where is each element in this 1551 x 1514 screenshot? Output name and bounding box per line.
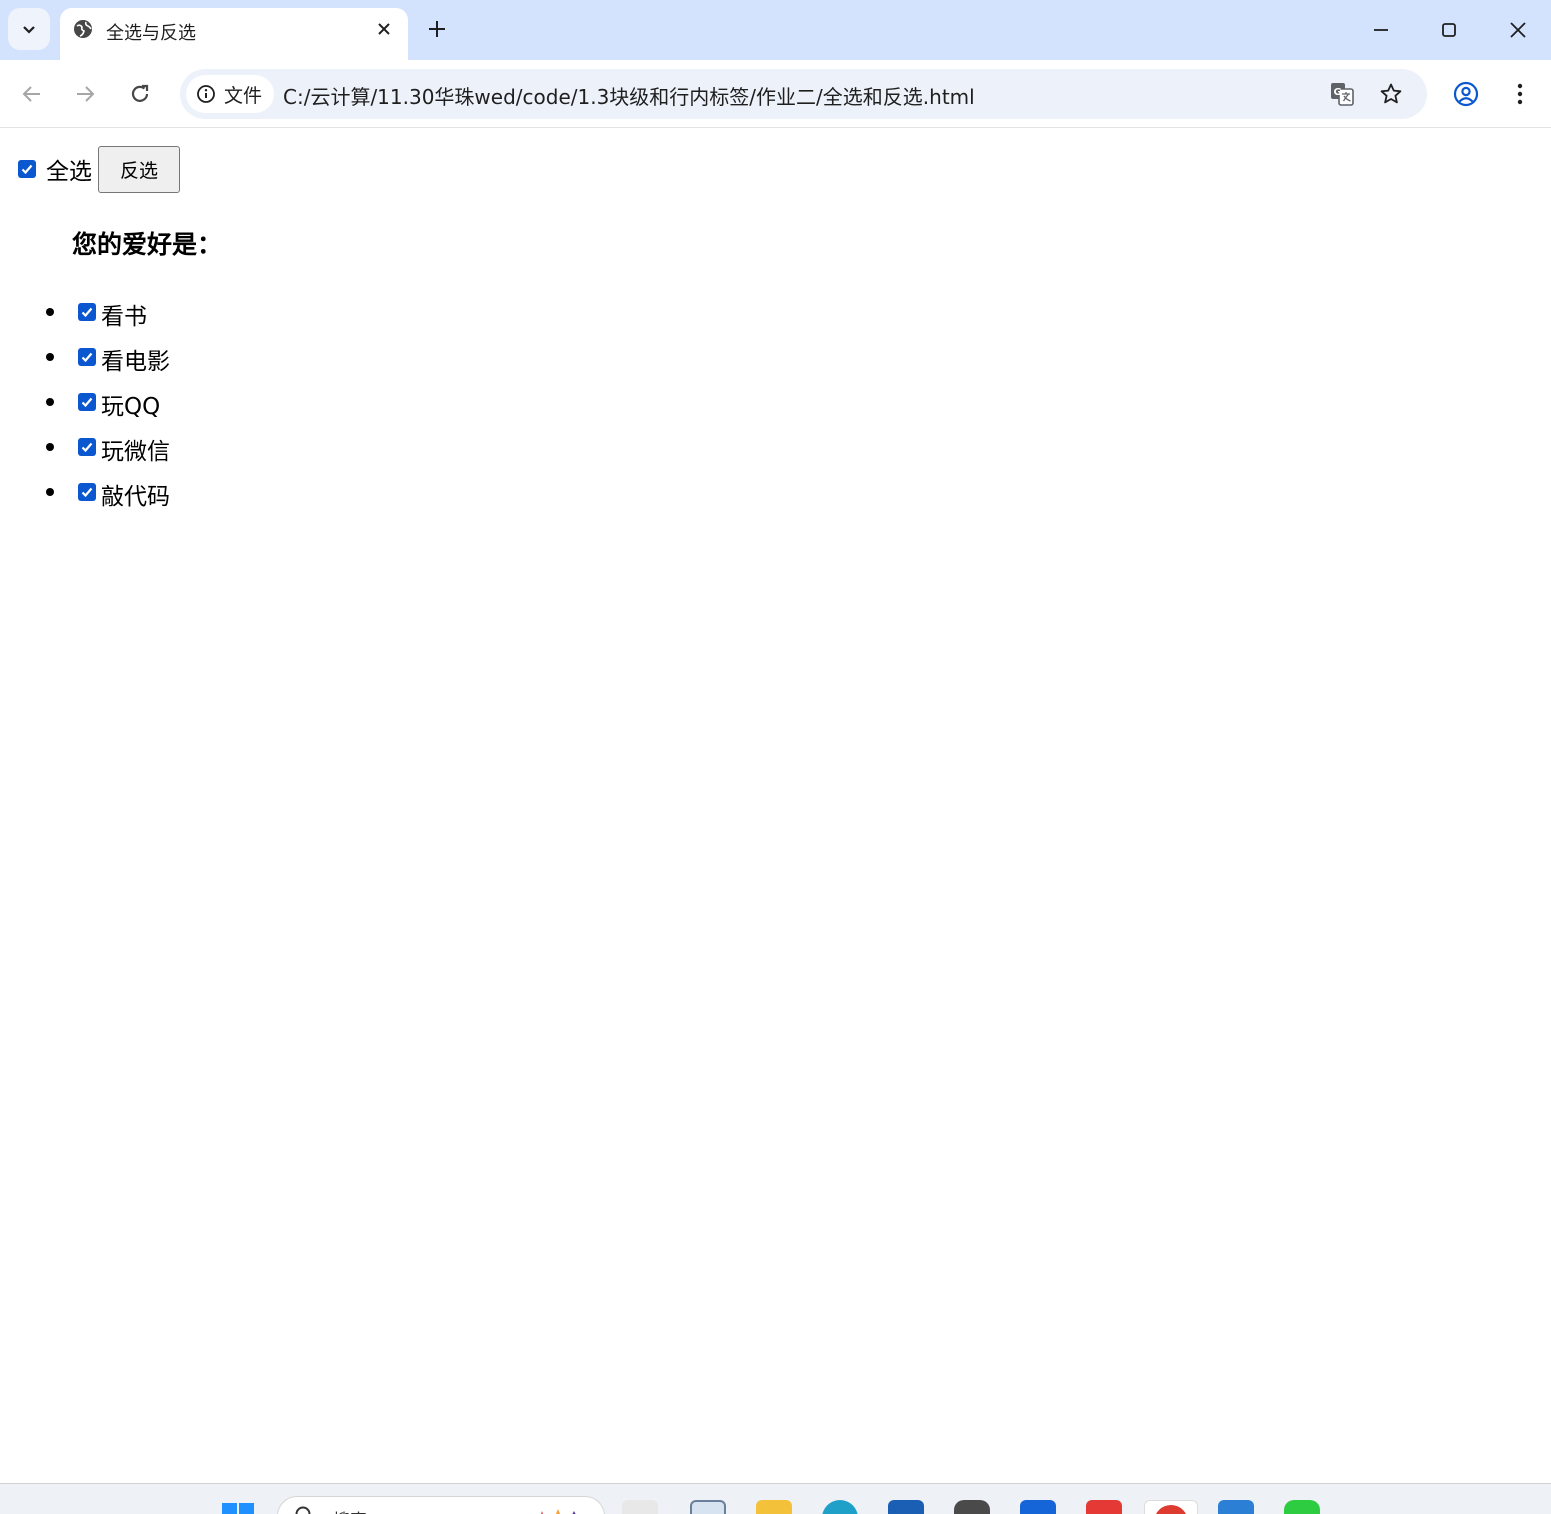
back-button[interactable] xyxy=(12,74,52,114)
taskbar-search[interactable]: 搜索 xyxy=(277,1496,605,1514)
hobby-checkbox[interactable] xyxy=(78,303,96,321)
windows-logo-icon xyxy=(222,1503,254,1514)
file-explorer-icon[interactable] xyxy=(756,1500,792,1514)
translate-icon: G xyxy=(1331,83,1354,106)
app-window-icon[interactable] xyxy=(690,1500,726,1514)
hobby-label: 看书 xyxy=(101,304,147,330)
select-all-label: 全选 xyxy=(46,159,92,185)
hobby-label: 敲代码 xyxy=(101,484,170,510)
bullet xyxy=(46,443,54,451)
chrome-icon xyxy=(1154,1505,1188,1514)
hobbies-heading: 您的爱好是： xyxy=(72,230,223,259)
taskbar-search-placeholder: 搜索 xyxy=(333,1506,367,1514)
bullet xyxy=(46,353,54,361)
forward-button[interactable] xyxy=(65,74,105,114)
chevron-down-icon xyxy=(23,26,35,34)
minimize-icon xyxy=(1374,29,1388,31)
hobby-label: 玩微信 xyxy=(101,439,170,465)
tab-strip: 全选与反选 xyxy=(0,0,1551,60)
invert-selection-button[interactable]: 反选 xyxy=(98,145,180,193)
address-bar[interactable]: 文件 C:/云计算/11.30华珠wed/code/1.3块级和行内标签/作业二… xyxy=(180,69,1427,119)
active-tab[interactable]: 全选与反选 xyxy=(60,8,408,60)
bullet xyxy=(46,398,54,406)
close-icon xyxy=(378,23,390,35)
app-hex-icon[interactable] xyxy=(954,1500,990,1514)
tab-close-button[interactable] xyxy=(372,17,396,41)
new-tab-button[interactable] xyxy=(422,14,452,44)
tab-title: 全选与反选 xyxy=(106,23,196,44)
star-icon xyxy=(1380,83,1402,104)
vscode-icon[interactable] xyxy=(1218,1500,1254,1514)
checkmark-icon xyxy=(81,397,93,408)
profile-button[interactable] xyxy=(1446,74,1486,114)
list-item: 看电影 xyxy=(0,334,400,379)
info-icon xyxy=(197,85,215,103)
search-icon xyxy=(295,1506,311,1514)
hobby-list: 看书 看电影 玩QQ 玩微信 敲代码 xyxy=(0,289,400,514)
checkmark-icon xyxy=(81,442,93,453)
site-info-chip[interactable]: 文件 xyxy=(186,75,275,113)
hobby-checkbox[interactable] xyxy=(78,483,96,501)
taskbar: 搜索 xyxy=(0,1483,1551,1514)
select-all-checkbox[interactable] xyxy=(18,160,36,178)
reload-button[interactable] xyxy=(120,74,160,114)
site-info-label: 文件 xyxy=(224,84,263,107)
svg-text:G: G xyxy=(1334,87,1342,98)
edge-browser-icon[interactable] xyxy=(822,1500,858,1514)
wechat-icon[interactable] xyxy=(1284,1500,1320,1514)
maximize-button[interactable] xyxy=(1429,10,1469,50)
close-icon xyxy=(1510,22,1526,38)
reload-icon xyxy=(131,84,149,102)
bookmark-button[interactable] xyxy=(1377,80,1405,108)
checkmark-icon xyxy=(81,307,93,318)
minimize-button[interactable] xyxy=(1361,10,1401,50)
checkmark-icon xyxy=(81,352,93,363)
list-item: 看书 xyxy=(0,289,400,334)
hobby-checkbox[interactable] xyxy=(78,348,96,366)
bullet xyxy=(46,488,54,496)
close-window-button[interactable] xyxy=(1498,10,1538,50)
hobby-checkbox[interactable] xyxy=(78,393,96,411)
globe-icon xyxy=(74,20,92,38)
bullet xyxy=(46,308,54,316)
hobby-label: 玩QQ xyxy=(101,394,161,420)
widgets-art-icon xyxy=(540,1509,576,1514)
list-item: 玩QQ xyxy=(0,379,400,424)
menu-button[interactable] xyxy=(1500,74,1540,114)
list-item: 敲代码 xyxy=(0,469,400,514)
task-view-icon[interactable] xyxy=(622,1500,658,1514)
app-red-icon[interactable] xyxy=(1086,1500,1122,1514)
chrome-active-slot[interactable] xyxy=(1144,1500,1198,1514)
checkmark-icon xyxy=(21,164,33,175)
controls-row: 全选 反选 xyxy=(18,145,180,193)
translate-button[interactable]: G xyxy=(1328,80,1356,108)
checkmark-icon xyxy=(81,487,93,498)
arrow-right-icon xyxy=(77,86,95,102)
maximize-icon xyxy=(1442,23,1456,37)
profile-icon xyxy=(1453,81,1479,107)
store-icon[interactable] xyxy=(888,1500,924,1514)
page-content: 全选 反选 您的爱好是： 看书 看电影 玩QQ 玩微信 敲代码 xyxy=(0,129,1551,1483)
list-item: 玩微信 xyxy=(0,424,400,469)
app-blue-icon[interactable] xyxy=(1020,1500,1056,1514)
arrow-left-icon xyxy=(22,86,40,102)
start-button[interactable] xyxy=(221,1500,257,1514)
hobby-checkbox[interactable] xyxy=(78,438,96,456)
browser-toolbar: 文件 C:/云计算/11.30华珠wed/code/1.3块级和行内标签/作业二… xyxy=(0,60,1551,128)
url-text[interactable]: C:/云计算/11.30华珠wed/code/1.3块级和行内标签/作业二/全选… xyxy=(283,81,975,110)
hobby-label: 看电影 xyxy=(101,349,170,375)
tab-search-button[interactable] xyxy=(8,8,50,50)
plus-icon xyxy=(429,21,445,37)
kebab-menu-icon xyxy=(1517,83,1523,105)
